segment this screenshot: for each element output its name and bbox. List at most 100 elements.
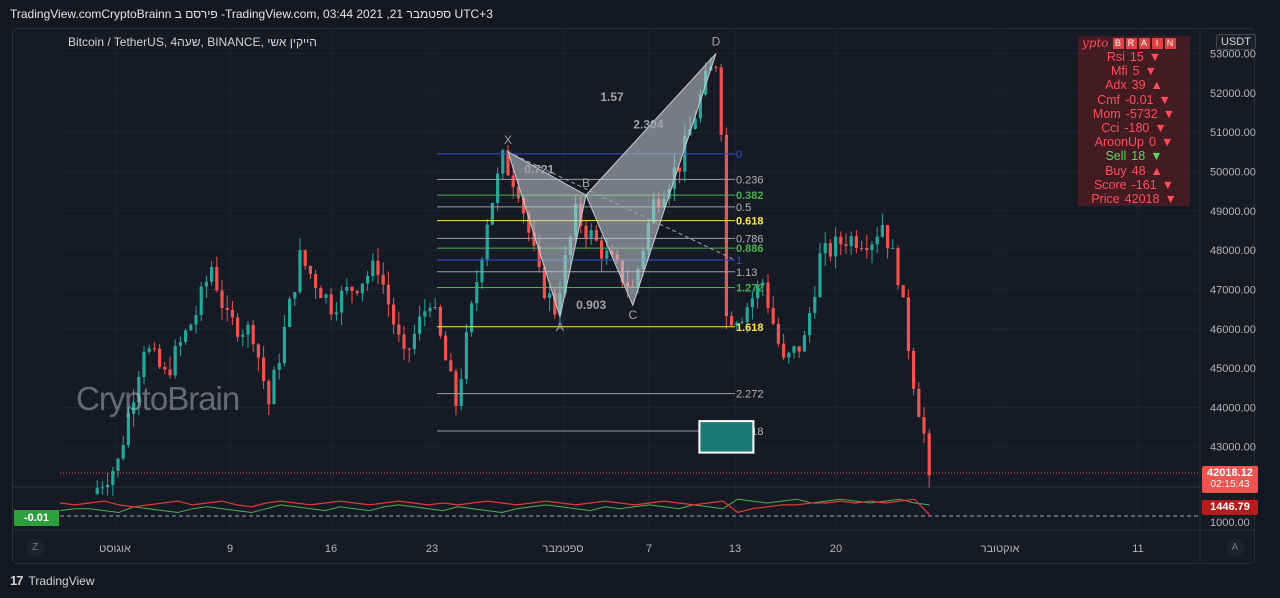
panel-row-mfi: Mfi 5 ▼ <box>1078 64 1190 78</box>
x-tick-label: אוקטובר <box>981 543 1020 555</box>
panel-row-name: AroonUp <box>1094 135 1144 150</box>
fib-level-label: 1 <box>736 255 742 267</box>
panel-row-name: Price <box>1091 192 1120 207</box>
candle-body <box>880 225 884 237</box>
harmonic-point-label: B <box>582 176 590 190</box>
candle-body <box>865 248 869 251</box>
panel-row-score: Score -161 ▼ <box>1078 178 1190 192</box>
symbol-label[interactable]: Bitcoin / TetherUS, 4שעה, BINANCE, הייקי… <box>68 35 317 49</box>
candle-body <box>293 292 297 299</box>
auto-scale-button[interactable]: A <box>1226 539 1244 557</box>
candle-body <box>168 369 172 376</box>
zoom-button[interactable]: Z <box>26 539 44 557</box>
candle-body <box>839 236 843 245</box>
candle-body <box>600 240 604 259</box>
panel-row-name: Cci <box>1101 121 1120 136</box>
fib-level-label: 0.5 <box>736 202 751 214</box>
x-tick-label: 23 <box>426 543 438 555</box>
candle-body <box>854 236 858 248</box>
fib-level-label: 1.13 <box>736 267 757 279</box>
candle-body <box>464 332 468 379</box>
panel-row-value: 15 <box>1129 50 1144 64</box>
panel-row-mom: Mom -5732 ▼ <box>1078 107 1190 121</box>
candle-body <box>324 294 328 299</box>
harmonic-point-label: A <box>556 320 564 334</box>
panel-row-rsi: Rsi 15 ▼ <box>1078 50 1190 64</box>
candle-body <box>875 236 879 245</box>
candle-body <box>886 225 890 249</box>
panel-row-value: -161 <box>1131 177 1157 192</box>
candle-body <box>199 286 203 316</box>
candle-body <box>288 298 292 327</box>
candle-body <box>792 346 796 353</box>
candle-body <box>386 284 390 305</box>
candle-body <box>298 250 302 293</box>
candle-body <box>397 324 401 335</box>
x-tick-label: 16 <box>325 543 337 555</box>
candle-body <box>360 283 364 294</box>
candle-body <box>922 416 926 434</box>
fib-level-label: 1.618 <box>736 322 764 334</box>
candle-body <box>381 274 385 285</box>
fib-level-label: 0.618 <box>736 216 764 228</box>
candle-body <box>548 293 552 298</box>
panel-row-value: 18 <box>1131 149 1146 164</box>
candle-body <box>308 266 312 274</box>
candle-body <box>178 342 182 346</box>
candle-body <box>215 267 219 291</box>
candle-body <box>480 259 484 283</box>
indicator-green-line <box>59 498 930 514</box>
indicator-panel: ypto B R A I N Rsi 15 ▼ Mfi 5 ▼ Adx 39 ▲ Cmf -0.01… <box>1078 36 1190 206</box>
candle-body <box>724 134 728 317</box>
candle-body <box>428 307 432 312</box>
arrow-up-icon: ▲ <box>1150 78 1163 93</box>
candle-body <box>605 250 609 259</box>
current-price: 42018.12 <box>1207 467 1253 479</box>
candle-body <box>158 348 162 367</box>
panel-row-value: -180 <box>1124 121 1150 136</box>
candle-body <box>589 230 593 238</box>
currency-button[interactable]: USDT <box>1216 34 1256 50</box>
indicator-value-tag: 1446.79 <box>1202 500 1258 515</box>
candle-body <box>152 348 156 350</box>
arrow-down-icon: ▼ <box>1164 192 1177 207</box>
panel-row-value: 5 <box>1132 64 1140 79</box>
panel-row-name: Score <box>1093 177 1127 192</box>
candle-body <box>870 244 874 251</box>
candle-body <box>184 330 188 343</box>
arrow-down-icon: ▼ <box>1161 177 1175 192</box>
candle-body <box>194 315 198 325</box>
candle-body <box>345 286 349 291</box>
candle-body <box>750 298 754 308</box>
arrow-down-icon: ▼ <box>1162 106 1176 121</box>
candle-body <box>210 267 214 282</box>
candle-body <box>376 260 380 275</box>
candle-body <box>802 335 806 352</box>
bar-countdown: 02:15:43 <box>1210 479 1250 490</box>
candle-body <box>246 324 250 335</box>
candle-body <box>423 311 427 317</box>
fib-level-label: 0.236 <box>736 174 764 186</box>
panel-row-sell: Sell 18 ▼ <box>1078 149 1190 163</box>
candle-body <box>475 282 479 304</box>
candle-body <box>438 306 442 336</box>
y-tick-label: 53000.00 <box>1210 49 1256 61</box>
candle-body <box>121 445 125 459</box>
panel-row-value: -5732 <box>1125 106 1158 121</box>
harmonic-point-label: X <box>504 133 512 147</box>
candle-body <box>776 323 780 344</box>
y-tick-label: 49000.00 <box>1210 206 1256 218</box>
candle-body <box>454 371 458 407</box>
panel-row-aroonup: AroonUp 0 ▼ <box>1078 135 1190 149</box>
candle-body <box>126 413 130 446</box>
arrow-down-icon: ▼ <box>1160 135 1174 150</box>
panel-row-value: 42018 <box>1124 192 1160 207</box>
fib-level-label: 0.886 <box>736 243 764 255</box>
panel-row-cci: Cci -180 ▼ <box>1078 121 1190 135</box>
candle-body <box>496 173 500 204</box>
panel-row-buy: Buy 48 ▲ <box>1078 164 1190 178</box>
candle-body <box>449 360 453 372</box>
candle-body <box>319 287 323 299</box>
candle-body <box>891 247 895 249</box>
candle-body <box>230 309 234 318</box>
